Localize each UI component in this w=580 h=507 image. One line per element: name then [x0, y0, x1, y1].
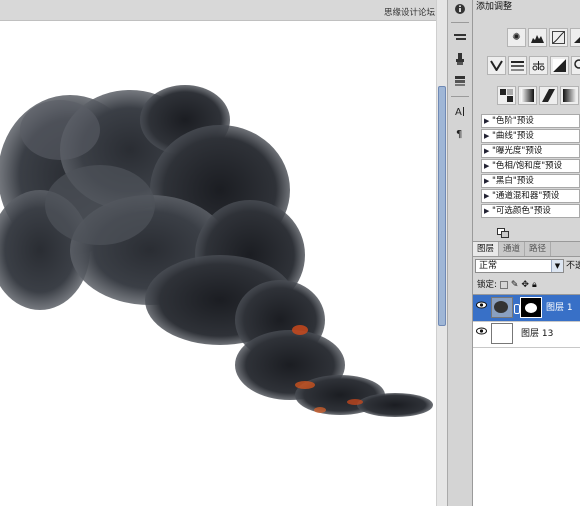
photo-filter-icon[interactable] — [571, 56, 580, 75]
smoke-image — [0, 85, 433, 417]
preset-exposure[interactable]: ▶ "曝光度"预设 — [481, 144, 580, 158]
layer-comps-icon[interactable] — [451, 72, 469, 90]
lock-pixels-icon[interactable]: ✎ — [511, 279, 519, 291]
layer-mask-thumbnail[interactable] — [520, 297, 542, 318]
paragraph-icon[interactable]: ¶ — [451, 124, 469, 142]
layer-row-selected[interactable]: 图层 1 — [473, 295, 580, 322]
preset-label: "黑白"预设 — [492, 176, 534, 186]
vibrance-icon[interactable] — [487, 56, 506, 75]
document-canvas[interactable] — [0, 0, 436, 506]
gradient-map-icon[interactable] — [560, 86, 579, 105]
preset-label: "通道混和器"预设 — [492, 191, 560, 201]
preset-label: "色阶"预设 — [492, 116, 534, 126]
dock-separator — [451, 22, 469, 23]
preset-hue-saturation[interactable]: ▶ "色相/饱和度"预设 — [481, 159, 580, 173]
preset-label: "曝光度"预设 — [492, 146, 543, 156]
lock-row: 锁定: ✎ ✥ 🔒︎ — [477, 279, 580, 291]
lock-label: 锁定: — [477, 280, 497, 290]
chevron-down-icon[interactable]: ▼ — [551, 260, 563, 272]
adjustments-footer — [473, 226, 580, 240]
brightness-contrast-icon[interactable]: ✺ — [507, 28, 526, 47]
expand-triangle-icon: ▶ — [484, 132, 490, 140]
hue-saturation-icon[interactable] — [508, 56, 527, 75]
preset-label: "色相/饱和度"预设 — [492, 161, 563, 171]
svg-text:A: A — [455, 107, 462, 117]
expand-triangle-icon: ▶ — [484, 177, 490, 185]
adjustment-presets-list: ▶ "色阶"预设 ▶ "曲线"预设 ▶ "曝光度"预设 ▶ "色相/饱和度"预设 ▶ "黑… — [481, 114, 580, 219]
black-white-icon[interactable] — [550, 56, 569, 75]
expand-triangle-icon: ▶ — [484, 207, 490, 215]
adjustment-icons-row-2 — [487, 56, 580, 78]
layers-tabs: 图层 通道 路径 — [473, 241, 580, 257]
info-icon[interactable] — [451, 0, 469, 18]
preset-black-white[interactable]: ▶ "黑白"预设 — [481, 174, 580, 188]
lock-transparent-icon[interactable] — [499, 281, 508, 289]
adjustment-icons-row-3 — [497, 86, 579, 108]
threshold-icon[interactable] — [539, 86, 558, 105]
preset-channel-mixer[interactable]: ▶ "通道混和器"预设 — [481, 189, 580, 203]
vertical-scrollbar[interactable] — [436, 0, 447, 506]
adjustments-title: 添加调整 — [476, 2, 513, 12]
preset-label: "可选颜色"预设 — [492, 206, 551, 216]
preset-levels[interactable]: ▶ "色阶"预设 — [481, 114, 580, 128]
invert-icon[interactable] — [497, 86, 516, 105]
clip-to-layer-icon[interactable] — [497, 228, 509, 238]
lock-position-icon[interactable]: ✥ — [521, 279, 529, 291]
panel-dock-icons: A ¶ — [447, 0, 473, 506]
posterize-icon[interactable] — [518, 86, 537, 105]
layer-row[interactable]: 图层 13 — [473, 321, 580, 348]
layers-list: 图层 1 图层 13 — [473, 294, 580, 507]
preset-selective-color[interactable]: ▶ "可选颜色"预设 — [481, 204, 580, 218]
opacity-label: 不透 — [566, 261, 580, 271]
preset-curves[interactable]: ▶ "曲线"预设 — [481, 129, 580, 143]
curves-icon[interactable] — [549, 28, 568, 47]
layer-thumbnail[interactable] — [491, 323, 513, 344]
expand-triangle-icon: ▶ — [484, 192, 490, 200]
layer-name: 图层 1 — [546, 303, 573, 313]
eye-icon[interactable] — [475, 301, 487, 313]
layer-name: 图层 13 — [521, 329, 554, 339]
expand-triangle-icon: ▶ — [484, 147, 490, 155]
tab-channels[interactable]: 通道 — [499, 242, 526, 256]
svg-text:¶: ¶ — [456, 129, 462, 139]
lock-icon[interactable]: 🔒︎ — [532, 279, 537, 291]
tab-paths[interactable]: 路径 — [525, 242, 552, 256]
clone-icon[interactable] — [451, 50, 469, 68]
adjustments-layers-panel: 添加调整 ✺ ▶ "色阶"预设 ▶ "曲线"预设 ▶ "曝光度"预设 ▶ "色相… — [473, 0, 580, 507]
expand-triangle-icon: ▶ — [484, 117, 490, 125]
color-balance-icon[interactable] — [529, 56, 548, 75]
layer-thumbnail[interactable] — [491, 297, 513, 318]
brush-tools-icon[interactable] — [451, 28, 469, 46]
eye-icon[interactable] — [475, 327, 487, 339]
blend-mode-value: 正常 — [479, 261, 498, 271]
blend-mode-select[interactable]: 正常 ▼ — [475, 259, 564, 273]
scrollbar-thumb[interactable] — [438, 86, 446, 326]
adjustment-icons-row-1: ✺ — [507, 28, 580, 50]
expand-triangle-icon: ▶ — [484, 162, 490, 170]
tab-layers[interactable]: 图层 — [473, 242, 500, 256]
levels-icon[interactable] — [528, 28, 547, 47]
dock-separator — [451, 96, 469, 97]
character-icon[interactable]: A — [451, 102, 469, 120]
exposure-icon[interactable] — [570, 28, 580, 47]
preset-label: "曲线"预设 — [492, 131, 534, 141]
